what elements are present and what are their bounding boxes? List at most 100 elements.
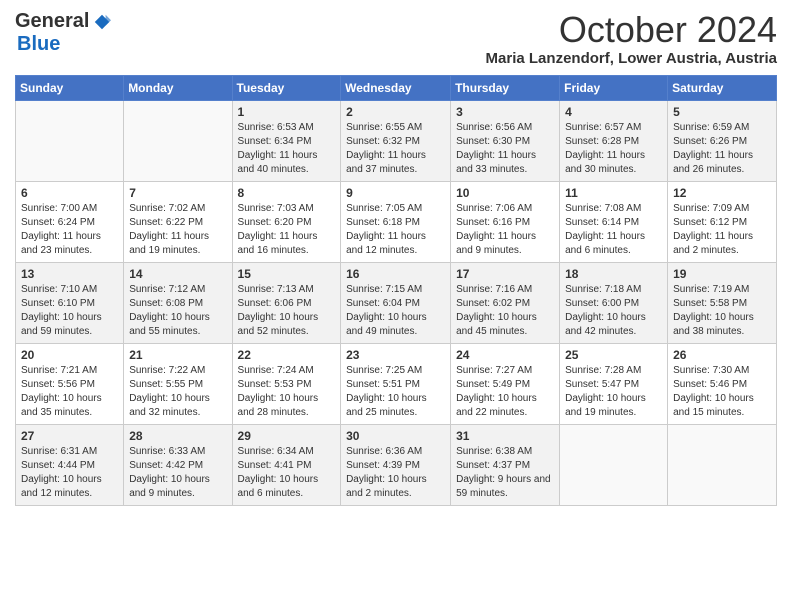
day-info-8: Sunrise: 7:03 AMSunset: 6:20 PMDaylight:…: [238, 202, 336, 258]
day-info-9: Sunrise: 7:05 AMSunset: 6:18 PMDaylight:…: [346, 202, 445, 258]
calendar-header-row: Sunday Monday Tuesday Wednesday Thursday…: [16, 75, 777, 100]
calendar-cell-1-6: 12Sunrise: 7:09 AMSunset: 6:12 PMDayligh…: [668, 181, 777, 262]
day-number-17: 17: [456, 267, 554, 281]
day-info-29: Sunrise: 6:34 AMSunset: 4:41 PMDaylight:…: [238, 445, 336, 501]
day-info-17: Sunrise: 7:16 AMSunset: 6:02 PMDaylight:…: [456, 283, 554, 339]
title-block: October 2024 Maria Lanzendorf, Lower Aus…: [486, 10, 777, 67]
calendar-cell-1-2: 8 Sunrise: 7:03 AMSunset: 6:20 PMDaylight…: [232, 181, 341, 262]
day-info-3: Sunrise: 6:56 AMSunset: 6:30 PMDaylight:…: [456, 121, 554, 177]
day-number-4: 4: [565, 105, 662, 119]
day-number-3: 3: [456, 105, 554, 119]
week-row-4: 27 Sunrise: 6:31 AMSunset: 4:44 PMDayligh…: [16, 424, 777, 505]
day-number-10: 10: [456, 186, 554, 200]
page: General Blue October 2024 Maria Lanzendo…: [0, 0, 792, 516]
day-number-9: 9: [346, 186, 445, 200]
header: General Blue October 2024 Maria Lanzendo…: [15, 10, 777, 67]
day-number-31: 31: [456, 429, 554, 443]
day-info-24: Sunrise: 7:27 AMSunset: 5:49 PMDaylight:…: [456, 364, 554, 420]
calendar-cell-2-4: 17 Sunrise: 7:16 AMSunset: 6:02 PMDayligh…: [451, 262, 560, 343]
calendar-cell-3-1: 21 Sunrise: 7:22 AMSunset: 5:55 PMDayligh…: [124, 343, 232, 424]
calendar-cell-4-1: 28Sunrise: 6:33 AMSunset: 4:42 PMDayligh…: [124, 424, 232, 505]
header-friday: Friday: [560, 75, 668, 100]
logo: General Blue: [15, 10, 111, 56]
header-tuesday: Tuesday: [232, 75, 341, 100]
week-row-1: 6 Sunrise: 7:00 AMSunset: 6:24 PMDaylight…: [16, 181, 777, 262]
day-number-22: 22: [238, 348, 336, 362]
calendar-cell-0-4: 3 Sunrise: 6:56 AMSunset: 6:30 PMDaylight…: [451, 100, 560, 181]
day-number-7: 7: [129, 186, 226, 200]
day-info-31: Sunrise: 6:38 AMSunset: 4:37 PMDaylight:…: [456, 445, 554, 501]
header-sunday: Sunday: [16, 75, 124, 100]
day-info-15: Sunrise: 7:13 AMSunset: 6:06 PMDaylight:…: [238, 283, 336, 339]
calendar-cell-4-4: 31 Sunrise: 6:38 AMSunset: 4:37 PMDayligh…: [451, 424, 560, 505]
calendar-cell-3-3: 23Sunrise: 7:25 AMSunset: 5:51 PMDayligh…: [341, 343, 451, 424]
week-row-0: 1 Sunrise: 6:53 AMSunset: 6:34 PMDaylight…: [16, 100, 777, 181]
calendar-cell-1-0: 6 Sunrise: 7:00 AMSunset: 6:24 PMDaylight…: [16, 181, 124, 262]
day-number-13: 13: [21, 267, 118, 281]
day-number-2: 2: [346, 105, 445, 119]
calendar-cell-4-5: [560, 424, 668, 505]
day-number-18: 18: [565, 267, 662, 281]
day-info-30: Sunrise: 6:36 AMSunset: 4:39 PMDaylight:…: [346, 445, 445, 501]
day-info-2: Sunrise: 6:55 AMSunset: 6:32 PMDaylight:…: [346, 121, 445, 177]
calendar-cell-3-0: 20 Sunrise: 7:21 AMSunset: 5:56 PMDayligh…: [16, 343, 124, 424]
calendar-cell-3-6: 26Sunrise: 7:30 AMSunset: 5:46 PMDayligh…: [668, 343, 777, 424]
calendar-cell-4-0: 27 Sunrise: 6:31 AMSunset: 4:44 PMDayligh…: [16, 424, 124, 505]
day-number-6: 6: [21, 186, 118, 200]
day-info-18: Sunrise: 7:18 AMSunset: 6:00 PMDaylight:…: [565, 283, 662, 339]
day-number-30: 30: [346, 429, 445, 443]
day-info-27: Sunrise: 6:31 AMSunset: 4:44 PMDaylight:…: [21, 445, 118, 501]
location-title: Maria Lanzendorf, Lower Austria, Austria: [486, 50, 777, 67]
day-info-11: Sunrise: 7:08 AMSunset: 6:14 PMDaylight:…: [565, 202, 662, 258]
day-number-27: 27: [21, 429, 118, 443]
day-info-25: Sunrise: 7:28 AMSunset: 5:47 PMDaylight:…: [565, 364, 662, 420]
day-number-21: 21: [129, 348, 226, 362]
calendar-cell-1-1: 7 Sunrise: 7:02 AMSunset: 6:22 PMDaylight…: [124, 181, 232, 262]
day-info-4: Sunrise: 6:57 AMSunset: 6:28 PMDaylight:…: [565, 121, 662, 177]
logo-blue-text: Blue: [17, 33, 60, 55]
day-number-8: 8: [238, 186, 336, 200]
day-info-28: Sunrise: 6:33 AMSunset: 4:42 PMDaylight:…: [129, 445, 226, 501]
day-number-14: 14: [129, 267, 226, 281]
calendar-cell-0-3: 2 Sunrise: 6:55 AMSunset: 6:32 PMDaylight…: [341, 100, 451, 181]
calendar-cell-1-4: 10 Sunrise: 7:06 AMSunset: 6:16 PMDayligh…: [451, 181, 560, 262]
day-number-12: 12: [673, 186, 771, 200]
day-info-21: Sunrise: 7:22 AMSunset: 5:55 PMDaylight:…: [129, 364, 226, 420]
day-number-5: 5: [673, 105, 771, 119]
header-thursday: Thursday: [451, 75, 560, 100]
calendar-cell-4-3: 30 Sunrise: 6:36 AMSunset: 4:39 PMDayligh…: [341, 424, 451, 505]
day-number-15: 15: [238, 267, 336, 281]
calendar-cell-3-4: 24 Sunrise: 7:27 AMSunset: 5:49 PMDayligh…: [451, 343, 560, 424]
calendar-cell-0-1: [124, 100, 232, 181]
day-info-23: Sunrise: 7:25 AMSunset: 5:51 PMDaylight:…: [346, 364, 445, 420]
header-wednesday: Wednesday: [341, 75, 451, 100]
day-info-19: Sunrise: 7:19 AMSunset: 5:58 PMDaylight:…: [673, 283, 771, 339]
calendar-cell-2-5: 18 Sunrise: 7:18 AMSunset: 6:00 PMDayligh…: [560, 262, 668, 343]
calendar-cell-3-2: 22Sunrise: 7:24 AMSunset: 5:53 PMDayligh…: [232, 343, 341, 424]
day-number-24: 24: [456, 348, 554, 362]
day-info-7: Sunrise: 7:02 AMSunset: 6:22 PMDaylight:…: [129, 202, 226, 258]
calendar-cell-0-6: 5Sunrise: 6:59 AMSunset: 6:26 PMDaylight…: [668, 100, 777, 181]
day-number-20: 20: [21, 348, 118, 362]
day-number-1: 1: [238, 105, 336, 119]
day-info-10: Sunrise: 7:06 AMSunset: 6:16 PMDaylight:…: [456, 202, 554, 258]
calendar-cell-0-2: 1 Sunrise: 6:53 AMSunset: 6:34 PMDaylight…: [232, 100, 341, 181]
calendar-cell-2-0: 13Sunrise: 7:10 AMSunset: 6:10 PMDayligh…: [16, 262, 124, 343]
calendar-cell-1-5: 11Sunrise: 7:08 AMSunset: 6:14 PMDayligh…: [560, 181, 668, 262]
day-info-1: Sunrise: 6:53 AMSunset: 6:34 PMDaylight:…: [238, 121, 336, 177]
calendar-cell-3-5: 25 Sunrise: 7:28 AMSunset: 5:47 PMDayligh…: [560, 343, 668, 424]
header-monday: Monday: [124, 75, 232, 100]
day-info-16: Sunrise: 7:15 AMSunset: 6:04 PMDaylight:…: [346, 283, 445, 339]
calendar-cell-0-0: [16, 100, 124, 181]
day-number-29: 29: [238, 429, 336, 443]
day-info-20: Sunrise: 7:21 AMSunset: 5:56 PMDaylight:…: [21, 364, 118, 420]
day-info-26: Sunrise: 7:30 AMSunset: 5:46 PMDaylight:…: [673, 364, 771, 420]
calendar-cell-2-2: 15 Sunrise: 7:13 AMSunset: 6:06 PMDayligh…: [232, 262, 341, 343]
day-number-25: 25: [565, 348, 662, 362]
calendar-cell-1-3: 9 Sunrise: 7:05 AMSunset: 6:18 PMDaylight…: [341, 181, 451, 262]
calendar-table: Sunday Monday Tuesday Wednesday Thursday…: [15, 75, 777, 506]
calendar-cell-0-5: 4 Sunrise: 6:57 AMSunset: 6:28 PMDaylight…: [560, 100, 668, 181]
calendar-cell-4-6: [668, 424, 777, 505]
logo-general-text: General: [15, 10, 89, 33]
day-info-6: Sunrise: 7:00 AMSunset: 6:24 PMDaylight:…: [21, 202, 118, 258]
